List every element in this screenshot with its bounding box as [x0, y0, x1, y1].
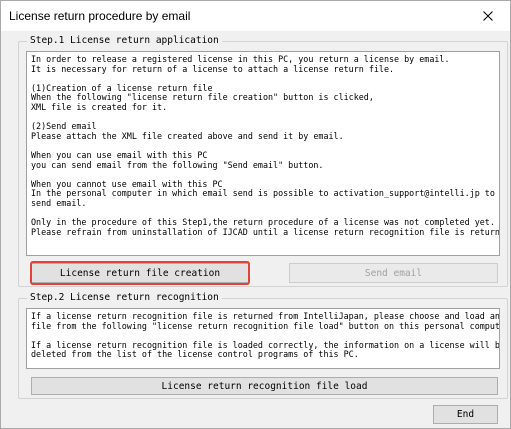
step2-legend: Step.2 License return recognition	[27, 291, 222, 305]
step2-description: If a license return recognition file is …	[26, 308, 500, 369]
text-line: Please refrain from uninstallation of IJ…	[31, 226, 500, 237]
window-title: License return procedure by email	[9, 9, 191, 23]
text-line: In the personal computer in which email …	[31, 188, 495, 199]
text-line: you can send email from the following "S…	[31, 159, 324, 170]
text-line: It is necessary for return of a license …	[31, 63, 395, 74]
text-line: deleted from the list of the license con…	[31, 349, 359, 360]
title-bar[interactable]: License return procedure by email	[1, 1, 510, 31]
dialog-window: License return procedure by email Step.1…	[0, 0, 511, 429]
text-line: send email.	[31, 197, 87, 208]
close-icon	[483, 11, 493, 21]
text-line	[31, 113, 495, 123]
step1-legend: Step.1 License return application	[27, 34, 222, 48]
text-line: Please attach the XML file created above…	[31, 130, 344, 141]
license-return-recognition-file-load-button[interactable]: License return recognition file load	[31, 377, 498, 395]
send-email-button[interactable]: Send email	[289, 263, 498, 283]
close-button[interactable]	[466, 1, 510, 31]
step2-group: Step.2 License return recognition If a l…	[18, 291, 508, 399]
end-button[interactable]: End	[433, 405, 498, 424]
step1-description: In order to release a registered license…	[26, 51, 500, 256]
text-line: XML file is created for it.	[31, 101, 168, 112]
text-line: file from the following "license return …	[31, 320, 500, 331]
license-return-file-creation-button[interactable]: License return file creation	[31, 263, 249, 283]
step1-group: Step.1 License return application In ord…	[18, 34, 508, 287]
